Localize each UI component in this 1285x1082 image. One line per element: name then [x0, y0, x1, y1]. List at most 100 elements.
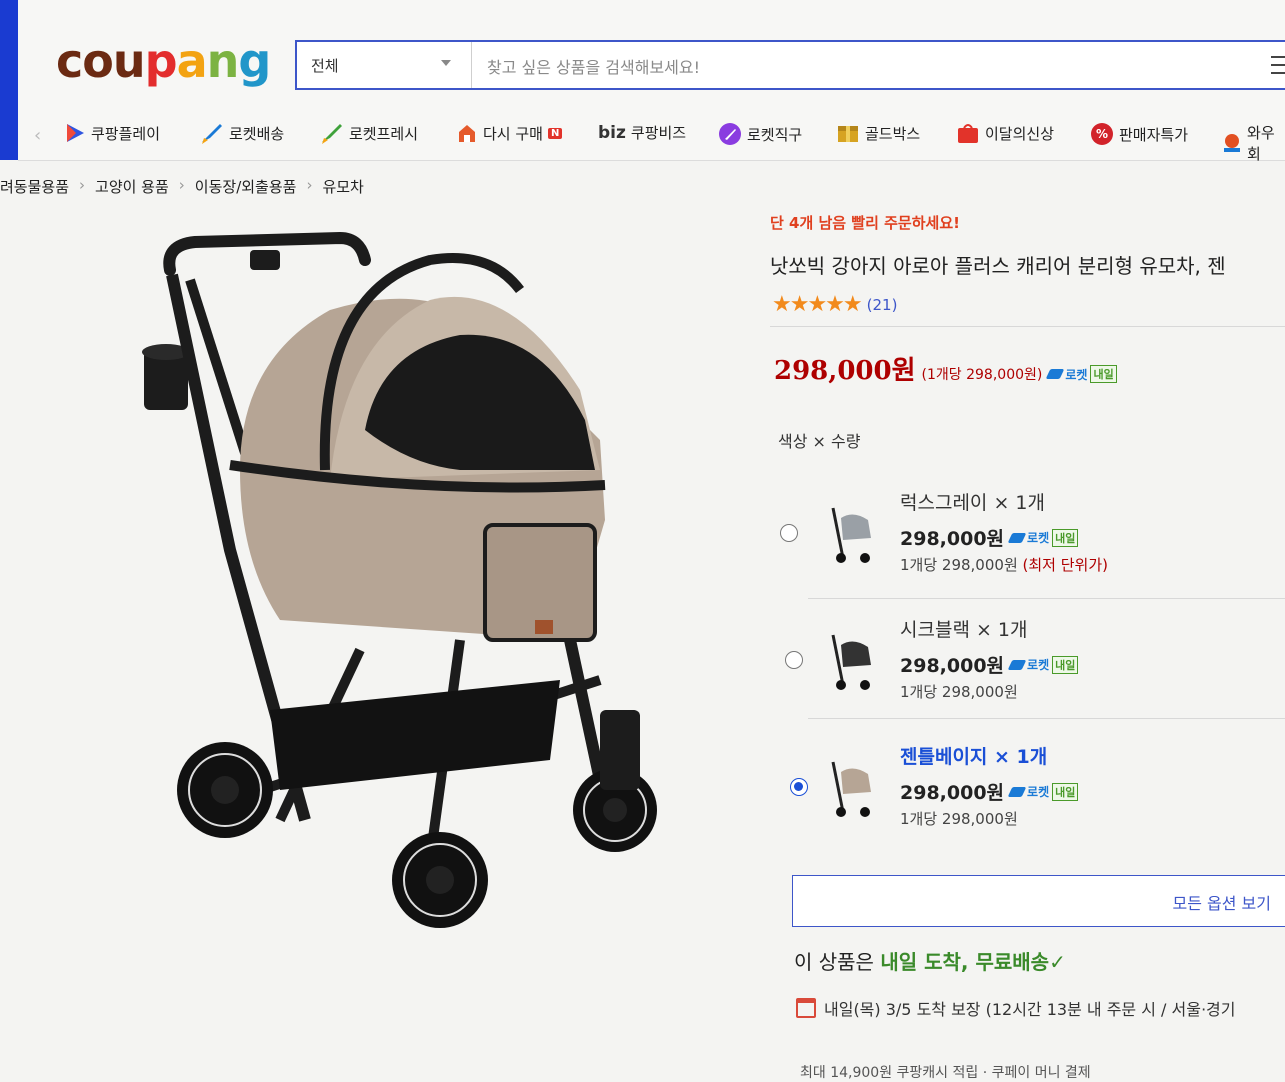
tomorrow-badge: 내일 — [1052, 528, 1079, 547]
option-radio[interactable] — [785, 651, 803, 669]
product-image-stroller[interactable] — [130, 220, 690, 940]
nav-item-label: 다시 구매 — [483, 124, 543, 143]
option-section-label: 색상 × 수량 — [778, 432, 861, 451]
svg-text:%: % — [1096, 127, 1108, 141]
rocket-icon — [1046, 369, 1065, 379]
seller-deal-icon: % — [1091, 123, 1113, 145]
breadcrumb-item[interactable]: 유모차 — [322, 176, 363, 197]
tomorrow-badge: 내일 — [1052, 782, 1079, 801]
play-icon — [67, 124, 84, 142]
option-item-lux-grey[interactable]: 럭스그레이 × 1개 298,000원 로켓 내일 1개당 298,000원 (최… — [775, 488, 1285, 610]
nav-item-label: 쿠팡비즈 — [630, 124, 687, 142]
delivery-title-prefix: 이 상품은 — [794, 950, 881, 974]
unit-text: 1개당 298,000원 — [900, 556, 1018, 574]
breadcrumb-separator: › — [178, 176, 185, 194]
rocket-delivery-badge: 로켓 내일 — [1007, 782, 1079, 801]
breadcrumb: 려동물용품 › 고양이 용품 › 이동장/외출용품 › 유모차 — [0, 176, 364, 197]
left-accent-bar — [0, 0, 18, 160]
nav-item-coupang-biz[interactable]: biz 쿠팡비즈 — [598, 122, 686, 143]
divider — [808, 598, 1285, 599]
cashback-info: 최대 14,900원 쿠팡캐시 적립 · 쿠페이 머니 결제 — [800, 1065, 1091, 1081]
breadcrumb-item[interactable]: 고양이 용품 — [95, 176, 169, 197]
option-price-line: 298,000원 로켓 내일 — [900, 778, 1079, 805]
lowest-unit-tag: (최저 단위가) — [1022, 556, 1109, 574]
option-name: 젠틀베이지 × 1개 — [900, 746, 1048, 768]
option-thumbnail — [831, 634, 871, 690]
search-category-label: 전체 — [311, 56, 339, 75]
nav-item-new-arrivals[interactable]: 이달의신상 — [956, 122, 1054, 144]
nav-item-rocket-delivery[interactable]: 로켓배송 — [200, 122, 284, 144]
delivery-date-row: 내일(목) 3/5 도착 보장 (12시간 13분 내 주문 시 / 서울⋅경기 — [796, 996, 1236, 1020]
divider — [770, 326, 1285, 327]
breadcrumb-separator: › — [79, 176, 86, 194]
logo-part: cou — [56, 34, 146, 88]
unit-text: 1개당 298,000원 — [900, 810, 1018, 828]
tomorrow-badge: 내일 — [1090, 365, 1117, 383]
option-name: 시크블랙 × 1개 — [900, 619, 1028, 641]
search-category-select[interactable]: 전체 — [297, 42, 472, 88]
delivery-date-text: 내일(목) 3/5 도착 보장 (12시간 13분 내 주문 시 / 서울⋅경기 — [824, 1000, 1236, 1019]
calendar-icon — [796, 998, 816, 1018]
goldbox-icon — [838, 126, 858, 142]
search-input[interactable]: 찾고 싶은 상품을 검색해보세요! — [487, 54, 700, 78]
review-count-link[interactable]: (21) — [867, 296, 898, 314]
breadcrumb-item[interactable]: 이동장/외출용품 — [195, 176, 297, 197]
logo-part: n — [206, 34, 240, 88]
search-bar: 전체 찾고 싶은 상품을 검색해보세요! — [295, 40, 1285, 90]
product-price: 298,000원 — [774, 356, 916, 386]
unit-text: 1개당 298,000원 — [900, 683, 1018, 701]
rating-row[interactable]: ★★★★★ (21) — [772, 292, 897, 317]
rocket-delivery-badge: 로켓 내일 — [1046, 365, 1117, 383]
rocket-label: 로켓 — [1027, 531, 1050, 545]
button-label: 모든 옵션 보기 — [1172, 894, 1272, 913]
option-thumbnail — [831, 507, 871, 563]
nav-item-rocket-global[interactable]: 로켓직구 — [718, 122, 802, 146]
rocket-label: 로켓 — [1027, 785, 1050, 799]
option-price: 298,000원 — [900, 655, 1005, 677]
rocket-delivery-badge: 로켓 내일 — [1007, 655, 1079, 674]
option-price-line: 298,000원 로켓 내일 — [900, 524, 1079, 551]
nav-item-label: 쿠팡플레이 — [91, 124, 161, 143]
nav-item-wow[interactable]: 와우회 — [1220, 122, 1285, 164]
delivery-highlight: 내일 도착, 무료배송 — [880, 950, 1050, 974]
view-all-options-button[interactable]: 모든 옵션 보기 — [792, 875, 1285, 927]
coupang-logo[interactable]: coupang — [56, 34, 271, 88]
logo-part: g — [238, 34, 271, 88]
rocket-icon — [202, 124, 222, 144]
stock-urgency-text: 단 4개 남음 빨리 주문하세요! — [770, 214, 960, 232]
rocket-fresh-icon — [322, 124, 342, 144]
option-name: 럭스그레이 × 1개 — [900, 492, 1045, 514]
wheel — [177, 742, 273, 838]
rocket-delivery-badge: 로켓 내일 — [1007, 528, 1079, 547]
option-radio[interactable] — [780, 524, 798, 542]
option-thumbnail — [831, 761, 871, 817]
option-unit-price: 1개당 298,000원 — [900, 808, 1018, 829]
new-icon — [958, 124, 978, 143]
nav-item-label: 로켓배송 — [229, 124, 285, 143]
nav-item-label: 로켓프레시 — [349, 124, 419, 143]
unit-price: (1개당 298,000원) — [921, 367, 1043, 383]
nav-item-rocket-fresh[interactable]: 로켓프레시 — [320, 122, 418, 144]
option-price-line: 298,000원 로켓 내일 — [900, 651, 1079, 678]
nav-item-goldbox[interactable]: 골드박스 — [836, 122, 920, 144]
breadcrumb-separator: › — [306, 176, 313, 194]
star-rating-icon: ★★★★★ — [772, 292, 863, 317]
option-price: 298,000원 — [900, 782, 1005, 804]
rocket-label: 로켓 — [1027, 658, 1050, 672]
nav-item-seller-deals[interactable]: % 판매자특가 — [1090, 122, 1188, 146]
option-item-gentle-beige[interactable]: 젠틀베이지 × 1개 298,000원 로켓 내일 1개당 298,000원 — [775, 742, 1285, 864]
chevron-down-icon — [441, 60, 451, 66]
option-radio-selected[interactable] — [790, 778, 808, 796]
breadcrumb-item[interactable]: 려동물용품 — [0, 176, 69, 197]
menu-icon[interactable] — [1271, 56, 1285, 74]
nav-item-coupang-play[interactable]: 쿠팡플레이 — [64, 122, 160, 144]
nav-prev-icon[interactable]: ‹ — [34, 125, 41, 146]
rocket-label: 로켓 — [1065, 367, 1088, 382]
rocket-icon — [1007, 532, 1027, 543]
product-title: 낫쏘빅 강아지 아로아 플러스 캐리어 분리형 유모차, 젠 — [770, 254, 1226, 278]
nav-item-repurchase[interactable]: 다시 구매 N — [456, 122, 563, 144]
tomorrow-badge: 내일 — [1052, 655, 1079, 674]
divider — [808, 718, 1285, 719]
nav-item-label: 골드박스 — [865, 124, 921, 143]
new-badge: N — [547, 127, 563, 139]
